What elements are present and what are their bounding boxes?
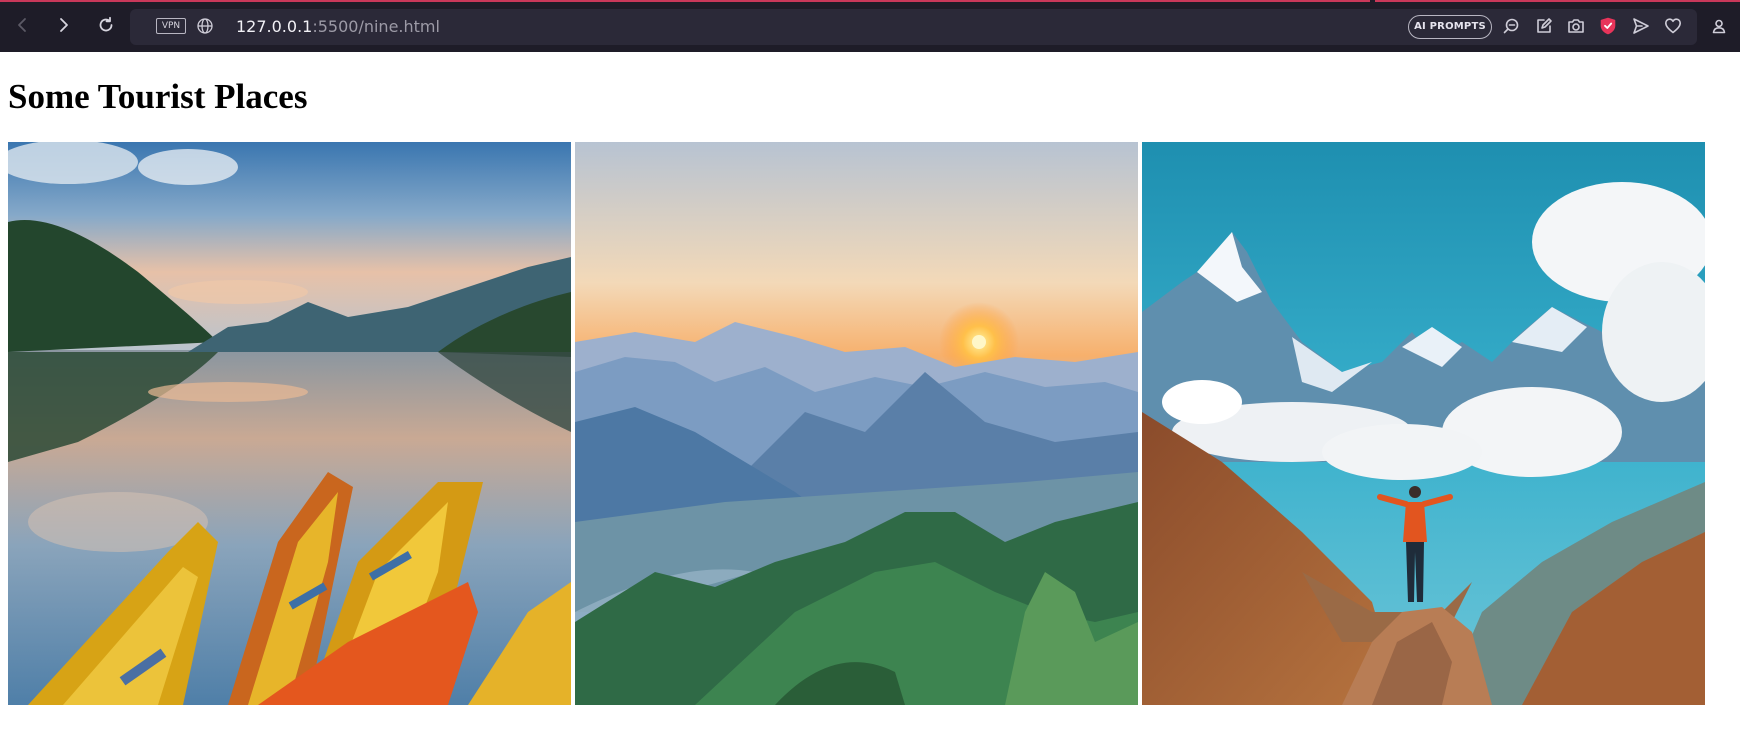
search-chat-icon[interactable] — [1500, 15, 1522, 37]
forward-icon — [60, 18, 68, 32]
reload-button[interactable] — [93, 12, 119, 38]
url-host: 127.0.0.1 — [236, 17, 313, 36]
send-icon[interactable] — [1630, 15, 1652, 37]
heart-icon[interactable] — [1662, 15, 1684, 37]
tourist-image-mountain — [1142, 142, 1705, 705]
back-button[interactable] — [10, 12, 36, 38]
globe-icon[interactable] — [196, 17, 214, 35]
url-path: :5500/nine.html — [312, 17, 440, 36]
camera-icon[interactable] — [1565, 15, 1587, 37]
forward-button[interactable] — [50, 12, 76, 38]
browser-toolbar: VPN 127.0.0.1:5500/nine.html AI PROMPTS — [0, 0, 1740, 52]
vpn-badge[interactable]: VPN — [156, 18, 186, 34]
shield-icon[interactable] — [1597, 15, 1619, 37]
back-icon — [18, 18, 26, 32]
tab-indicator — [0, 0, 1370, 2]
tab-indicator-right — [1375, 0, 1740, 2]
ai-prompts-button[interactable]: AI PROMPTS — [1408, 15, 1492, 39]
url-text[interactable]: 127.0.0.1:5500/nine.html — [236, 17, 440, 37]
page-title: Some Tourist Places — [8, 77, 308, 116]
profile-icon[interactable] — [1708, 15, 1730, 37]
tourist-image-valley — [575, 142, 1138, 705]
reload-icon — [99, 16, 113, 32]
tourist-image-lake — [8, 142, 571, 705]
edit-icon[interactable] — [1533, 15, 1555, 37]
